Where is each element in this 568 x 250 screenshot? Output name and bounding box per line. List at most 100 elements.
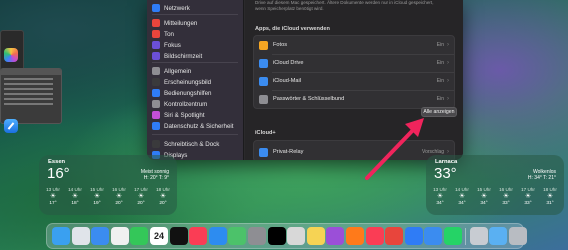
weather-hour-temp: 34° xyxy=(436,201,444,206)
sun-icon: ☀ xyxy=(93,193,101,200)
control-center-icon xyxy=(152,100,160,108)
finder-icon[interactable] xyxy=(52,227,70,245)
icloud-icon[interactable] xyxy=(424,227,443,245)
weather-hour-temp: 34° xyxy=(458,201,466,206)
sidebar-item-bedienungshilfen[interactable]: Bedienungshilfen xyxy=(152,88,211,98)
row-key[interactable]: Passwörter & Schlüsselbund Ein › xyxy=(254,90,454,108)
screenshot-icon[interactable] xyxy=(469,227,488,245)
calendar-day: 24 xyxy=(153,231,164,241)
dock: 24 xyxy=(46,223,527,249)
terminal-icon[interactable] xyxy=(267,227,286,245)
sidebar-item-bildschirmzeit[interactable]: Bildschirmzeit xyxy=(152,51,202,61)
downloads-folder-icon[interactable] xyxy=(489,227,508,245)
sidebar-item-fokus[interactable]: Fokus xyxy=(152,40,181,50)
sun-icon: ☀ xyxy=(458,193,466,200)
sun-icon: ☀ xyxy=(524,193,532,200)
weather-hour: 17 Uhr ☀ 33° xyxy=(518,187,538,206)
moon-icon xyxy=(152,41,160,49)
sidebar-item-siri-spotlight[interactable]: Siri & Spotlight xyxy=(152,110,205,120)
sidebar-item-kontrollzentrum[interactable]: Kontrollzentrum xyxy=(152,99,207,109)
sidebar-divider xyxy=(152,14,238,15)
weather-hour: 14 Uhr ☀ 18° xyxy=(65,187,85,206)
photos-icon[interactable] xyxy=(110,227,129,245)
sidebar-divider xyxy=(152,134,238,135)
sidebar-item-label: Kontrollzentrum xyxy=(164,100,208,108)
sidebar-item-label: Mitteilungen xyxy=(164,19,198,27)
weather-hilo: H: 20° T: 9° xyxy=(143,175,169,181)
sidebar-item-label: Ton xyxy=(164,30,174,38)
icloud-settings-pane: Drive auf diesem Mac gespeichert. Ältere… xyxy=(245,0,463,160)
icloud-drive-description: Drive auf diesem Mac gespeichert. Ältere… xyxy=(255,0,455,12)
preview-icon[interactable] xyxy=(287,227,306,245)
row-status: Ein xyxy=(436,42,444,48)
sun-icon: ☀ xyxy=(115,193,123,200)
weather-hourly: 13 Uhr ☀ 34° 14 Uhr ☀ 34° 15 Uhr ☀ 34° 16 Uhr ☀ 33°… xyxy=(430,187,560,206)
weather-hilo: H: 34° T: 21° xyxy=(527,175,556,181)
weather-hour-temp: 33° xyxy=(502,201,510,206)
app-store-icon[interactable] xyxy=(208,227,227,245)
chrome-icon[interactable] xyxy=(385,227,404,245)
row-label: iCloud-Mail xyxy=(273,78,301,84)
sidebar-item-allgemein[interactable]: Allgemein xyxy=(152,66,191,76)
apps-group: Fotos Ein › iCloud Drive Ein › iCloud-Mail Ein ›… xyxy=(253,35,455,109)
trash-icon[interactable] xyxy=(508,227,527,245)
sun-icon: ☀ xyxy=(71,193,79,200)
chevron-right-icon: › xyxy=(447,60,449,66)
launchpad-icon[interactable] xyxy=(71,227,90,245)
accessibility-icon xyxy=(152,89,160,97)
photos-icon xyxy=(4,48,18,62)
maps-icon[interactable] xyxy=(228,227,247,245)
sidebar-divider xyxy=(152,62,238,63)
description-line: wenn Speicherplatz benötigt wird. xyxy=(255,6,324,11)
hourglass-icon xyxy=(152,52,160,60)
weather-condition: Wolkenlos H: 34° T: 21° xyxy=(528,169,556,181)
gear-icon xyxy=(152,67,160,75)
globe-icon xyxy=(152,4,160,12)
system-settings-icon[interactable] xyxy=(248,227,266,245)
sidebar-item-ton[interactable]: Ton xyxy=(152,29,174,39)
weather-hour-temp: 34° xyxy=(480,201,488,206)
sidebar-item-mitteilungen[interactable]: Mitteilungen xyxy=(152,18,197,28)
weather-hour: 18 Uhr ☀ 31° xyxy=(540,187,560,206)
sidebar-item-netzwerk[interactable]: Netzwerk xyxy=(152,3,190,13)
notes-icon[interactable] xyxy=(306,227,325,245)
weather-hour: 14 Uhr ☀ 34° xyxy=(452,187,472,206)
hand-icon xyxy=(152,122,160,130)
safari-icon xyxy=(4,119,18,133)
row-photos[interactable]: Fotos Ein › xyxy=(254,36,454,54)
music-icon[interactable] xyxy=(189,227,208,245)
mail-icon[interactable] xyxy=(91,227,110,245)
weather-widget-essen[interactable]: Essen 16° Meist sonnig H: 20° T: 9° 13 U… xyxy=(39,155,177,215)
weather-hour-temp: 18° xyxy=(71,201,79,206)
weather-widget-larnaca[interactable]: Larnaca 33° Wolkenlos H: 34° T: 21° 13 U… xyxy=(426,155,564,215)
row-mail[interactable]: iCloud-Mail Ein › xyxy=(254,72,454,90)
show-all-button[interactable]: Alle anzeigen xyxy=(421,107,457,117)
whatsapp-icon[interactable] xyxy=(444,227,462,245)
stage-manager-window-safari[interactable] xyxy=(0,68,62,124)
system-settings-window: Netzwerk Mitteilungen Ton Fokus Bildschirmze… xyxy=(147,0,463,160)
sidebar-item-schreibtisch-dock[interactable]: Schreibtisch & Dock xyxy=(152,139,219,149)
firefox-icon[interactable] xyxy=(346,227,364,245)
dock-divider xyxy=(464,228,466,245)
sun-icon: ☀ xyxy=(546,193,554,200)
row-icloud-drive[interactable]: iCloud Drive Ein › xyxy=(254,54,454,72)
calendar-icon[interactable]: 24 xyxy=(150,227,168,245)
sun-icon: ☀ xyxy=(480,193,488,200)
sidebar-item-erscheinungsbild[interactable]: Erscheinungsbild xyxy=(152,77,211,87)
sidebar-item-datenschutz-sicherheit[interactable]: Datenschutz & Sicherheit xyxy=(152,121,233,131)
icloud-plus-title: iCloud+ xyxy=(255,130,276,136)
safari-icon[interactable] xyxy=(404,227,423,245)
row-label: Passwörter & Schlüsselbund xyxy=(273,96,345,102)
sidebar-item-label: Datenschutz & Sicherheit xyxy=(164,122,234,130)
sidebar-item-label: Allgemein xyxy=(164,67,192,75)
messages-icon[interactable] xyxy=(130,227,149,245)
sidebar-item-label: Fokus xyxy=(164,41,181,49)
dock-icon xyxy=(152,140,160,148)
sidebar-item-label: Netzwerk xyxy=(164,4,190,12)
tv-icon[interactable] xyxy=(169,227,188,245)
weather-hour: 18 Uhr ☀ 20° xyxy=(153,187,173,206)
news-icon[interactable] xyxy=(365,227,384,245)
row-private-relay[interactable]: Privat-Relay Vorschlag › xyxy=(254,143,454,160)
podcasts-icon[interactable] xyxy=(326,227,345,245)
icloud-plus-group: Privat-Relay Vorschlag › xyxy=(253,140,455,160)
